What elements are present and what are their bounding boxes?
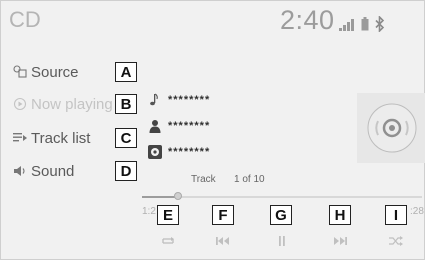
now-playing-label: Now playing <box>31 95 113 113</box>
previous-track-icon <box>216 237 229 245</box>
album-row: ******** <box>148 144 210 160</box>
track-list-icon <box>13 133 27 142</box>
callout-f: F <box>212 205 234 225</box>
track-position: 1 of 10 <box>234 174 265 185</box>
track-label: Track <box>191 174 216 185</box>
sound-icon <box>14 166 25 176</box>
callout-d: D <box>115 161 137 181</box>
song-title: ******** <box>168 94 211 106</box>
previous-track-button[interactable] <box>212 233 234 249</box>
song-row: ******** <box>148 92 210 108</box>
sound-button[interactable]: Sound <box>13 159 74 183</box>
source-icon <box>13 65 27 78</box>
next-track-icon <box>334 237 347 245</box>
callout-a: A <box>115 62 137 82</box>
sound-label: Sound <box>31 162 75 180</box>
cd-screen: CD 2:40 Source Now playing Track list So… <box>0 0 425 260</box>
signal-strength-icon <box>339 19 354 31</box>
repeat-icon <box>162 237 174 244</box>
callout-c: C <box>115 128 137 148</box>
album-icon <box>148 145 162 159</box>
pause-button[interactable] <box>271 233 293 249</box>
next-track-button[interactable] <box>329 233 351 249</box>
now-playing-button[interactable]: Now playing <box>13 92 113 116</box>
callout-e: E <box>157 205 179 225</box>
callout-b: B <box>115 94 137 114</box>
progress-thumb[interactable] <box>174 192 183 200</box>
repeat-button[interactable] <box>157 233 179 249</box>
app-title: CD <box>9 7 41 32</box>
source-label: Source <box>31 63 79 81</box>
source-button[interactable]: Source <box>13 60 79 84</box>
callout-h: H <box>329 205 351 225</box>
clock: 2:40 <box>280 5 335 35</box>
shuffle-icon <box>389 236 403 246</box>
album-name: ******** <box>168 146 211 158</box>
track-list-label: Track list <box>31 129 91 147</box>
total-time: :28 <box>410 206 424 217</box>
artist-name: ******** <box>168 120 211 132</box>
music-note-icon <box>150 93 158 106</box>
callout-g: G <box>270 205 292 225</box>
pause-icon <box>279 236 285 246</box>
cd-disc-icon <box>367 103 417 153</box>
battery-icon <box>361 17 369 31</box>
now-playing-icon <box>13 97 27 111</box>
callout-i: I <box>385 205 407 225</box>
progress-bar[interactable] <box>142 196 422 198</box>
bluetooth-icon <box>375 16 385 32</box>
artist-row: ******** <box>148 118 210 134</box>
elapsed-time: 1:2 <box>142 206 156 217</box>
progress-fill <box>142 196 179 198</box>
track-list-button[interactable]: Track list <box>13 126 90 150</box>
shuffle-button[interactable] <box>385 233 407 249</box>
person-icon <box>149 120 161 133</box>
